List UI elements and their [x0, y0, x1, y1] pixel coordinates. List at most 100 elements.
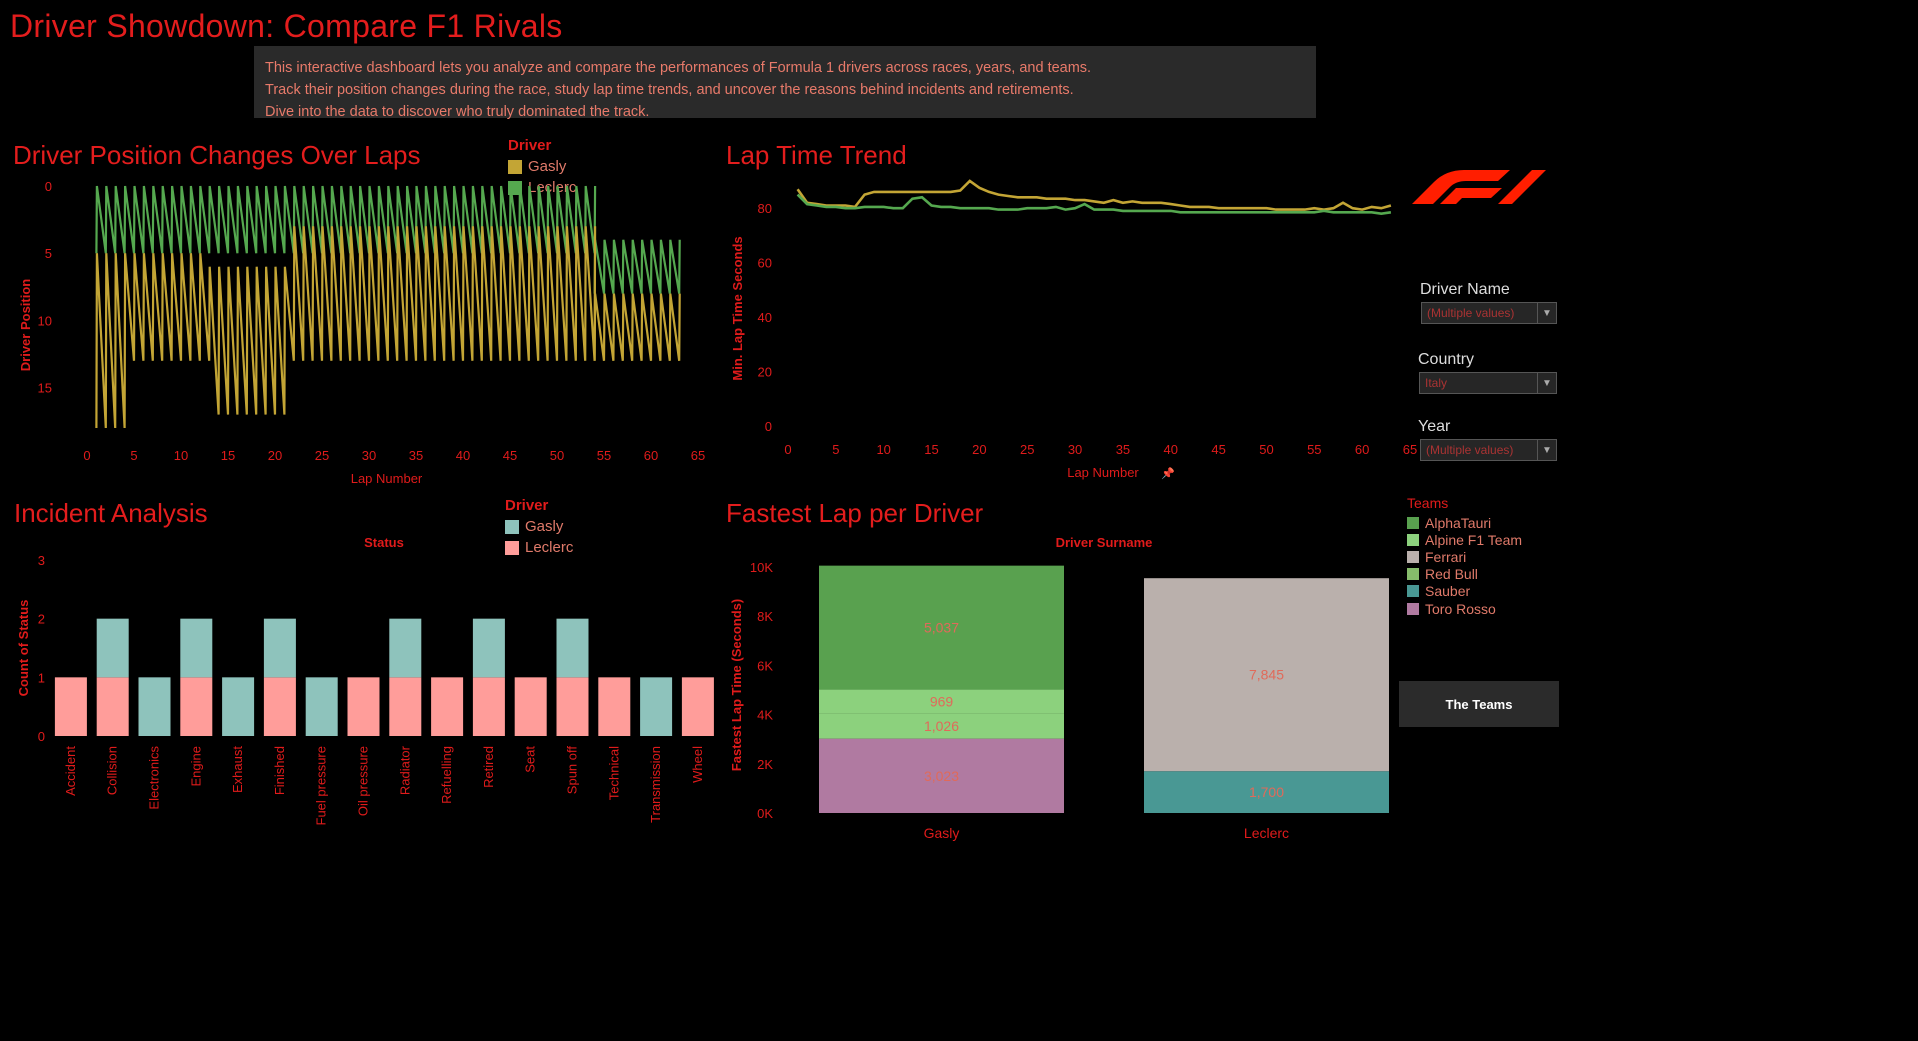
bar-gasly: [138, 677, 171, 736]
data-label: 3,023: [924, 768, 959, 784]
description-line: This interactive dashboard lets you anal…: [265, 60, 1092, 76]
x-tick-label: 35: [1116, 442, 1130, 457]
chevron-down-icon[interactable]: ▼: [1537, 373, 1556, 393]
legend-title: Teams: [1407, 495, 1449, 511]
description-line: Dive into the data to discover who truly…: [265, 104, 650, 120]
position-chart-title: Driver Position Changes Over Laps: [13, 140, 421, 170]
y-tick-label: 20: [758, 365, 772, 380]
x-tick-label: 30: [362, 448, 376, 463]
chevron-down-icon[interactable]: ▼: [1537, 303, 1556, 323]
teams-legend[interactable]: Teams AlphaTauri Alpine F1 Team Ferrari Red…: [1407, 495, 1522, 617]
x-tick-label: 5: [130, 448, 137, 463]
driver-name-dropdown[interactable]: (Multiple values) ▼: [1421, 302, 1557, 324]
bar-leclerc: [347, 677, 380, 736]
x-tick-label: Electronics: [147, 746, 162, 810]
y-tick-label: 4K: [757, 708, 773, 723]
dropdown-value: Italy: [1425, 376, 1448, 390]
legend-label: Sauber: [1425, 583, 1471, 600]
y-tick-label: 60: [758, 256, 772, 271]
bar-leclerc: [431, 677, 464, 736]
bar-gasly: [180, 618, 213, 678]
x-tick-label: 45: [503, 448, 517, 463]
x-tick-label: 0: [784, 442, 791, 457]
bar-leclerc: [556, 677, 589, 736]
incident-chart[interactable]: Status 0 1 2 3 Count of Status Accident Collisi…: [0, 530, 720, 830]
team-legend-item[interactable]: Red Bull: [1407, 566, 1522, 583]
legend-title: Driver: [508, 137, 552, 154]
legend-swatch: [1407, 568, 1419, 581]
x-tick-label: 45: [1211, 442, 1225, 457]
y-tick-label: 5: [45, 246, 52, 261]
fastest-lap-chart[interactable]: Driver Surname 0K 2K 4K 6K 8K 10K Fastest Lap T…: [720, 530, 1400, 850]
x-tick-label: Leclerc: [1244, 825, 1289, 841]
bar-leclerc: [54, 677, 87, 736]
y-axis-label: Count of Status: [16, 600, 31, 697]
x-tick-label: Technical: [606, 746, 621, 800]
country-dropdown[interactable]: Italy ▼: [1419, 372, 1557, 394]
x-axis-label: Lap Number: [1067, 465, 1139, 480]
x-tick-label: 60: [644, 448, 658, 463]
x-tick-label: 40: [1164, 442, 1178, 457]
series-line-gasly: [593, 293, 681, 361]
bar-leclerc: [514, 677, 547, 736]
chevron-down-icon[interactable]: ▼: [1537, 440, 1556, 460]
bar-gasly: [263, 618, 296, 678]
page-title: Driver Showdown: Compare F1 Rivals: [10, 8, 563, 44]
y-tick-label: 0: [45, 179, 52, 194]
y-tick-label: 40: [758, 310, 772, 325]
x-tick-label: Transmission: [648, 746, 663, 823]
x-tick-label: 60: [1355, 442, 1369, 457]
x-tick-label: 55: [597, 448, 611, 463]
y-tick-label: 80: [758, 201, 772, 216]
dashboard-description: This interactive dashboard lets you anal…: [254, 46, 1316, 120]
x-tick-label: 65: [1403, 442, 1417, 457]
team-legend-item[interactable]: Sauber: [1407, 583, 1522, 600]
x-tick-label: 30: [1068, 442, 1082, 457]
data-label: 969: [930, 693, 954, 709]
legend-swatch: [1407, 602, 1419, 615]
team-legend-item[interactable]: Alpine F1 Team: [1407, 531, 1522, 548]
legend-label: AlphaTauri: [1425, 514, 1492, 531]
laptime-chart[interactable]: 0 20 40 60 80 0 5 10 15 20 25 30 35 40 45 50 55 60 65 Lap N…: [720, 170, 1420, 500]
y-tick-label: 2: [38, 612, 45, 627]
the-teams-button[interactable]: The Teams: [1399, 681, 1559, 727]
y-tick-label: 8K: [757, 609, 773, 624]
x-tick-label: Seat: [523, 746, 538, 773]
y-tick-label: 0: [38, 729, 45, 744]
x-tick-label: Retired: [481, 746, 496, 788]
bar-leclerc: [96, 677, 129, 736]
legend-label: Toro Rosso: [1425, 600, 1496, 617]
legend-label: Alpine F1 Team: [1425, 531, 1523, 548]
team-legend-item[interactable]: AlphaTauri: [1407, 514, 1522, 531]
year-dropdown[interactable]: (Multiple values) ▼: [1420, 439, 1557, 461]
bar-gasly: [96, 618, 129, 678]
driver-name-filter-label: Driver Name: [1420, 281, 1510, 298]
x-axis-label: Lap Number: [351, 471, 423, 486]
position-chart[interactable]: 0 5 10 15 0 5 10 15 20 25 30 35 40 45 50 55 60 65 Lap Numb…: [0, 170, 720, 500]
legend-label: Red Bull: [1425, 566, 1478, 583]
y-tick-label: 10K: [750, 560, 773, 575]
x-tick-label: 35: [409, 448, 423, 463]
fastest-lap-chart-title: Fastest Lap per Driver: [726, 498, 984, 528]
bar-leclerc: [263, 677, 296, 736]
bar-gasly: [556, 618, 589, 678]
data-label: 5,037: [924, 620, 959, 636]
y-tick-label: 0K: [757, 806, 773, 821]
team-legend-item[interactable]: Ferrari: [1407, 548, 1522, 565]
x-tick-label: 25: [1020, 442, 1034, 457]
description-line: Track their position changes during the …: [265, 82, 1074, 98]
legend-swatch: [1407, 585, 1419, 598]
series-line-gasly: [796, 179, 1392, 211]
y-tick-label: 15: [38, 381, 52, 396]
bar-leclerc: [681, 677, 714, 736]
x-tick-label: 50: [1259, 442, 1273, 457]
x-tick-label: Wheel: [690, 746, 705, 783]
x-tick-label: Oil pressure: [356, 746, 371, 816]
year-filter-label: Year: [1418, 418, 1451, 435]
data-label: 1,026: [924, 718, 959, 734]
chart-header: Driver Surname: [1056, 535, 1153, 550]
x-tick-label: 5: [832, 442, 839, 457]
team-legend-item[interactable]: Toro Rosso: [1407, 600, 1522, 617]
x-tick-label: Engine: [188, 746, 203, 786]
series-line-gasly: [95, 226, 597, 429]
